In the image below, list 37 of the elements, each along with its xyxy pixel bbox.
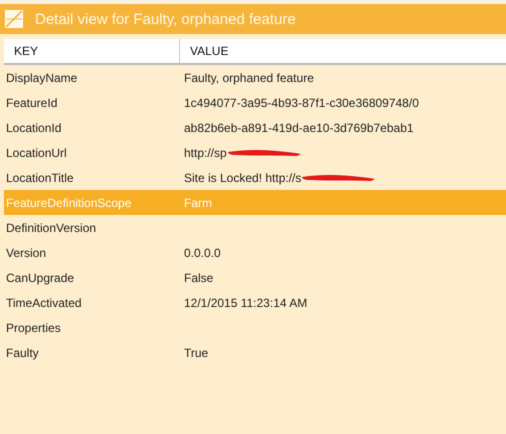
- key-cell-text: CanUpgrade: [5, 270, 76, 284]
- window-title: Detail view for Faulty, orphaned feature: [35, 10, 296, 28]
- value-cell-text: False: [183, 270, 214, 284]
- table-row[interactable]: LocationUrl http://sp: [4, 140, 506, 165]
- detail-icon: [5, 10, 23, 28]
- key-cell-text: DisplayName: [5, 70, 78, 84]
- table-row[interactable]: LocationTitle Site is Locked! http://s: [4, 165, 506, 190]
- key-cell-text: FeatureId: [5, 96, 58, 110]
- value-cell-text: ab82b6eb-a891-419d-ae10-3d769b7ebab1: [183, 120, 414, 134]
- value-cell-text: Site is Locked! http://s: [183, 170, 302, 184]
- value-cell-text: 12/1/2015 11:23:14 AM: [183, 296, 308, 310]
- key-cell-text: Properties: [5, 320, 62, 334]
- key-cell-text: LocationUrl: [5, 146, 68, 160]
- key-cell-text: TimeActivated: [5, 296, 83, 310]
- key-cell-text: LocationTitle: [5, 170, 75, 184]
- table-row[interactable]: TimeActivated 12/1/2015 11:23:14 AM: [4, 290, 506, 315]
- value-cell-text: http://sp: [183, 146, 227, 160]
- value-cell-text: 0.0.0.0: [183, 246, 221, 260]
- table-row[interactable]: Version 0.0.0.0: [4, 240, 506, 265]
- table-row[interactable]: Faulty True: [4, 340, 506, 365]
- table-row[interactable]: DisplayName Faulty, orphaned feature: [4, 65, 506, 90]
- value-cell-text: True: [183, 346, 208, 360]
- table-row[interactable]: LocationId ab82b6eb-a891-419d-ae10-3d769b7ebab1: [4, 115, 506, 140]
- table-row[interactable]: FeatureId 1c494077-3a95-4b93-87f1-c30e36809748/0: [4, 90, 506, 115]
- key-cell-text: FeatureDefinitionScope: [5, 196, 132, 210]
- key-cell-text: DefinitionVersion: [5, 220, 98, 234]
- key-cell-text: Faulty: [5, 346, 40, 360]
- key-cell-text: LocationId: [5, 120, 62, 134]
- value-cell-text: 1c494077-3a95-4b93-87f1-c30e36809748/0: [183, 96, 419, 110]
- column-header[interactable]: VALUE: [190, 44, 228, 58]
- column-header[interactable]: KEY: [14, 44, 38, 58]
- table-row[interactable]: DefinitionVersion: [4, 215, 506, 240]
- table-row[interactable]: CanUpgrade False: [4, 265, 506, 290]
- key-cell-text: Version: [5, 246, 48, 260]
- value-cell-text: Faulty, orphaned feature: [183, 70, 314, 84]
- value-cell-text: Farm: [183, 196, 212, 210]
- table-row[interactable]: Properties: [4, 315, 506, 340]
